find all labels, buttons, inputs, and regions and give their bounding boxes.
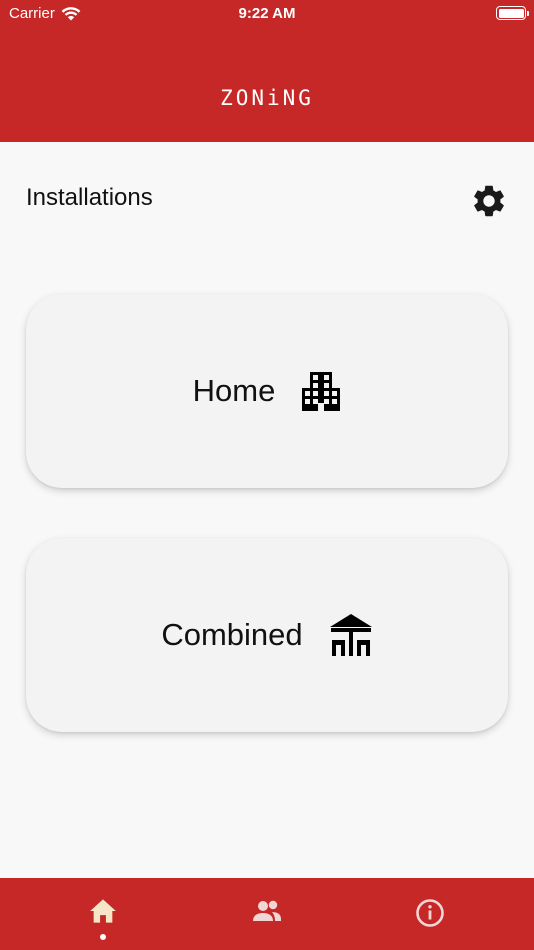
nav-info[interactable] [390, 878, 470, 950]
nav-home[interactable] [63, 878, 143, 950]
canopy-house-icon [329, 613, 373, 657]
users-icon [253, 900, 281, 921]
nav-users[interactable] [227, 878, 307, 950]
installation-label: Home [192, 373, 276, 408]
app-title: ZONiNG [220, 86, 314, 110]
app-header: Carrier 9:22 AM ZONiNG [0, 0, 534, 142]
battery-icon [496, 6, 529, 20]
info-icon [416, 899, 444, 927]
bottom-nav [0, 878, 534, 950]
settings-button[interactable] [468, 180, 510, 222]
home-icon [90, 899, 116, 923]
status-time: 9:22 AM [238, 5, 296, 22]
installation-label: Combined [161, 617, 303, 652]
active-indicator [100, 934, 106, 940]
installation-card-combined[interactable]: Combined [26, 538, 508, 732]
status-bar: Carrier 9:22 AM [0, 0, 534, 28]
building-icon [301, 371, 341, 411]
page-title: Installations [26, 184, 153, 211]
gear-icon [474, 185, 504, 217]
installation-card-home[interactable]: Home [26, 294, 508, 488]
battery-fill [498, 8, 524, 18]
